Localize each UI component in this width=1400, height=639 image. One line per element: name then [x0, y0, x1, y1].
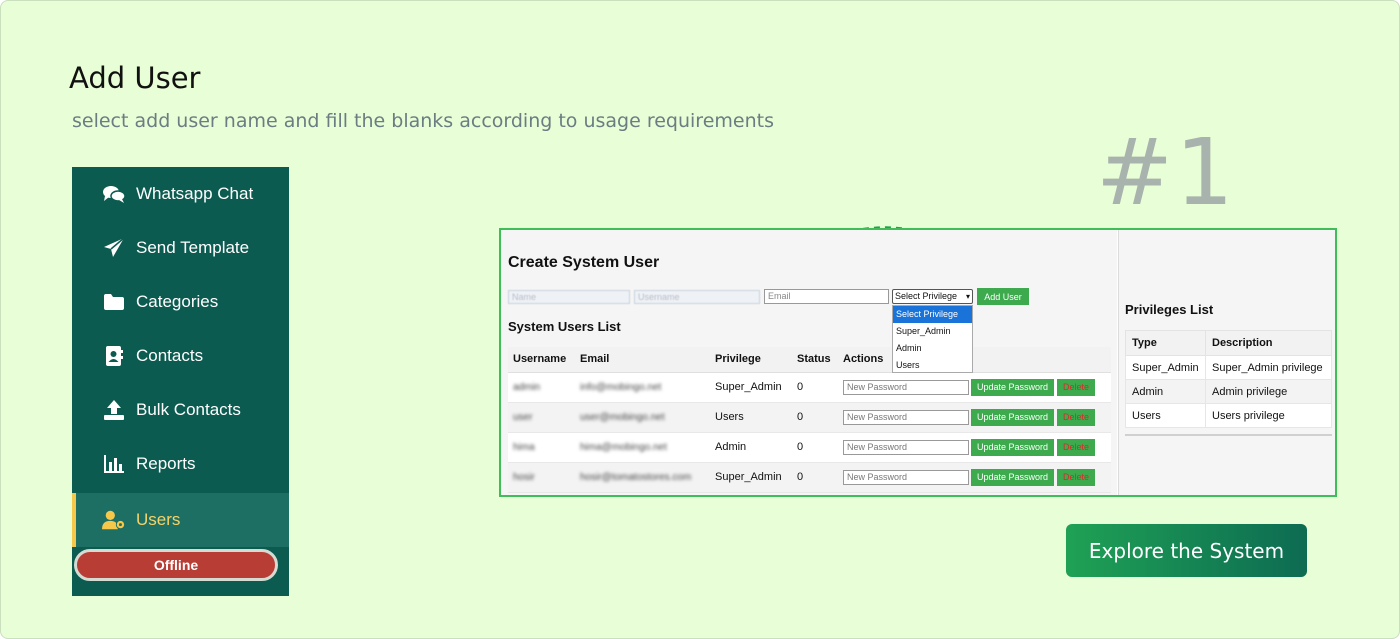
delete-button[interactable]: Delete [1057, 378, 1096, 396]
status-cell: 0 [792, 432, 838, 463]
delete-button[interactable]: Delete [1057, 408, 1096, 426]
username-cell: user [513, 412, 533, 423]
sidebar-item-label: Bulk Contacts [136, 400, 241, 419]
privilege-option[interactable]: Users [893, 357, 972, 374]
sidebar-item-whatsapp-chat[interactable]: Whatsapp Chat [72, 167, 289, 221]
sidebar-item-label: Whatsapp Chat [136, 184, 254, 203]
explore-system-button[interactable]: Explore the System [1066, 524, 1307, 577]
page-title: Add User [69, 61, 201, 95]
column-header: Status [792, 347, 838, 373]
system-users-screenshot: Create System User Name Username Email S… [499, 228, 1337, 497]
privilege-cell: Super_Admin [710, 462, 792, 493]
table-row: user user@mobingo.net Users 0 New Passwo… [508, 402, 1111, 433]
table-header-row: Username Email Privilege Status Actions [508, 347, 1111, 373]
update-password-button[interactable]: Update Password [971, 438, 1055, 456]
delete-button[interactable]: Delete [1057, 468, 1096, 486]
sidebar-item-reports[interactable]: Reports [72, 437, 289, 491]
email-input[interactable]: Email [764, 289, 889, 304]
new-password-input[interactable]: New Password [843, 469, 969, 485]
type-cell: Admin [1125, 379, 1206, 404]
users-list-title: System Users List [508, 319, 621, 334]
step-number: #1 [1096, 119, 1236, 226]
username-cell: admin [513, 382, 541, 393]
privilege-select-value: Select Privilege [895, 291, 958, 301]
sidebar-item-bulk-contacts[interactable]: Bulk Contacts [72, 383, 289, 437]
sidebar-item-label: Send Template [136, 238, 250, 257]
new-password-input[interactable]: New Password [843, 379, 969, 395]
sidebar-item-contacts[interactable]: Contacts [72, 329, 289, 383]
email-cell: user@mobingo.net [580, 412, 665, 423]
column-header: Type [1125, 330, 1206, 356]
delete-button[interactable]: Delete [1057, 438, 1096, 456]
chevron-down-icon: ▾ [965, 292, 970, 301]
privilege-cell: Super_Admin [710, 372, 792, 403]
table-row: Users Users privilege [1125, 403, 1332, 428]
column-header: Actions [838, 347, 1111, 373]
create-user-title: Create System User [508, 254, 660, 271]
status-cell: 0 [792, 462, 838, 493]
privilege-cell: Admin [710, 432, 792, 463]
table-row: Admin Admin privilege [1125, 379, 1332, 404]
username-cell: hosir [513, 472, 535, 483]
table-row: hosir hosir@tomatostores.com Super_Admin… [508, 462, 1111, 493]
divider [1125, 434, 1332, 436]
privilege-option[interactable]: Admin [893, 340, 972, 357]
new-password-input[interactable]: New Password [843, 439, 969, 455]
sidebar-item-label: Reports [136, 454, 196, 473]
users-gear-icon [102, 508, 126, 532]
add-user-button[interactable]: Add User [977, 288, 1029, 305]
update-password-button[interactable]: Update Password [971, 378, 1055, 396]
description-cell: Users privilege [1205, 403, 1332, 428]
contact-icon [102, 344, 126, 368]
table-row: Super_Admin Super_Admin privilege [1125, 355, 1332, 380]
users-table: Username Email Privilege Status Actions … [508, 347, 1111, 493]
folder-icon [102, 290, 126, 314]
privileges-section: Privileges List Type Description Super_A… [1118, 230, 1335, 495]
privilege-select[interactable]: Select Privilege ▾ [892, 289, 973, 304]
type-cell: Super_Admin [1125, 355, 1206, 380]
privilege-cell: Users [710, 402, 792, 433]
upload-icon [102, 398, 126, 422]
privilege-option[interactable]: Select Privilege [893, 306, 972, 323]
username-cell: hima [513, 442, 535, 453]
send-icon [102, 236, 126, 260]
name-input[interactable]: Name [508, 290, 630, 304]
email-cell: hosir@tomatostores.com [580, 472, 692, 483]
sidebar-item-send-template[interactable]: Send Template [72, 221, 289, 275]
table-row: hima hima@mobingo.net Admin 0 New Passwo… [508, 432, 1111, 463]
sidebar-item-users[interactable]: Users [72, 493, 289, 547]
email-cell: info@mobingo.net [580, 382, 662, 393]
create-user-section: Create System User Name Username Email S… [501, 230, 1117, 495]
sidebar-item-label: Contacts [136, 346, 204, 365]
sidebar-item-categories[interactable]: Categories [72, 275, 289, 329]
page-subtitle: select add user name and fill the blanks… [72, 110, 774, 132]
chart-icon [102, 452, 126, 476]
column-header: Username [508, 347, 575, 373]
update-password-button[interactable]: Update Password [971, 468, 1055, 486]
status-cell: 0 [792, 372, 838, 403]
column-header: Email [575, 347, 710, 373]
description-cell: Admin privilege [1205, 379, 1332, 404]
chat-icon [102, 182, 126, 206]
status-cell: 0 [792, 402, 838, 433]
privilege-option[interactable]: Super_Admin [893, 323, 972, 340]
sidebar-item-label: Categories [136, 292, 219, 311]
column-header: Description [1205, 330, 1332, 356]
email-cell: hima@mobingo.net [580, 442, 667, 453]
promo-canvas: Add User select add user name and fill t… [0, 0, 1400, 639]
username-input[interactable]: Username [634, 290, 760, 304]
description-cell: Super_Admin privilege [1205, 355, 1332, 380]
privileges-list-title: Privileges List [1125, 302, 1214, 317]
column-header: Privilege [710, 347, 792, 373]
sidebar: Whatsapp Chat Send Template Categories C… [72, 167, 289, 596]
type-cell: Users [1125, 403, 1206, 428]
table-row: admin info@mobingo.net Super_Admin 0 New… [508, 372, 1111, 403]
sidebar-item-label: Users [136, 510, 181, 529]
privilege-dropdown: Select Privilege Super_Admin Admin Users [892, 305, 973, 373]
table-header-row: Type Description [1125, 330, 1332, 356]
new-password-input[interactable]: New Password [843, 409, 969, 425]
privileges-table: Type Description Super_Admin Super_Admin… [1125, 330, 1332, 428]
update-password-button[interactable]: Update Password [971, 408, 1055, 426]
status-toggle-offline[interactable]: Offline [74, 549, 278, 581]
